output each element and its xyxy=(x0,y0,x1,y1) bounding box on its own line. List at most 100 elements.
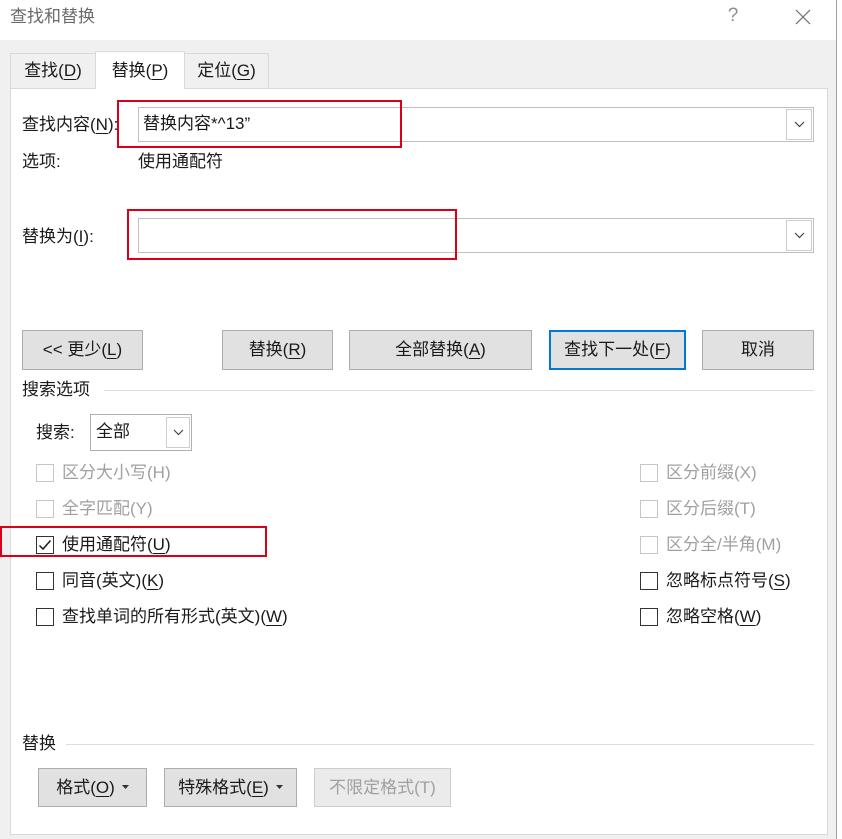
accelerator-key: H xyxy=(152,463,165,482)
checkbox-match-suffix[interactable]: 区分后缀(T) xyxy=(640,497,810,521)
checkmark-icon xyxy=(38,540,52,551)
label-text: ) xyxy=(300,340,307,359)
find-next-button[interactable]: 查找下一处(F) xyxy=(549,330,686,370)
accelerator-key: M xyxy=(761,535,776,554)
checkbox-sounds-like[interactable]: 同音(英文)(K) xyxy=(36,569,336,593)
replace-button[interactable]: 替换(R) xyxy=(222,330,333,370)
checkbox-label: 区分后缀(T) xyxy=(666,497,756,521)
chevron-down-icon xyxy=(794,232,804,239)
checkbox[interactable] xyxy=(640,608,658,626)
special-menu-button[interactable]: 特殊格式(E) xyxy=(164,768,297,807)
accelerator-key: Y xyxy=(135,499,148,518)
label-text: ) xyxy=(147,499,153,518)
accelerator-key: N xyxy=(95,115,108,134)
checkbox[interactable] xyxy=(36,572,54,590)
find-what-input[interactable]: 替换内容*^13” xyxy=(143,111,250,137)
tab-find[interactable]: 查找(D) xyxy=(10,53,96,89)
no-formatting-button[interactable]: 不限定格式(T) xyxy=(314,768,451,807)
label-text: ) xyxy=(158,571,164,590)
format-menu-button[interactable]: 格式(O) xyxy=(38,768,147,807)
accelerator-key: T xyxy=(739,499,751,518)
tab-label: 查找(D) xyxy=(24,61,82,80)
find-what-dropdown-button[interactable] xyxy=(786,109,812,140)
label-text: ) xyxy=(282,607,288,626)
tab-label: 定位(G) xyxy=(197,61,256,80)
accelerator-key: P xyxy=(151,61,163,80)
checkbox[interactable] xyxy=(36,500,54,518)
label-text: 使用通配符( xyxy=(62,535,153,554)
checkbox-label: 忽略空格(W) xyxy=(666,605,761,629)
checkbox-all-word-forms[interactable]: 查找单词的所有形式(英文)(W) xyxy=(36,605,336,629)
label-text: 定位( xyxy=(197,61,237,80)
checkbox-label: 忽略标点符号(S) xyxy=(666,569,791,593)
replace-all-button[interactable]: 全部替换(A) xyxy=(349,330,532,370)
accelerator-key: F xyxy=(654,340,666,359)
chevron-down-icon xyxy=(173,429,183,436)
accelerator-key: R xyxy=(288,340,301,359)
replace-section-divider xyxy=(66,744,814,745)
checkbox-ignore-punctuation[interactable]: 忽略标点符号(S) xyxy=(640,569,810,593)
label-text: ): xyxy=(107,115,119,134)
find-what-combobox[interactable]: 替换内容*^13” xyxy=(138,107,814,142)
tab-label: 替换(P) xyxy=(112,61,169,80)
checkbox-ignore-whitespace[interactable]: 忽略空格(W) xyxy=(640,605,810,629)
label-text: 查找( xyxy=(24,61,64,80)
label-text: ) xyxy=(162,61,169,80)
checkbox[interactable] xyxy=(640,536,658,554)
close-icon xyxy=(795,9,811,25)
search-direction-dropdown-button[interactable] xyxy=(166,417,190,448)
checkbox-match-width[interactable]: 区分全/半角(M) xyxy=(640,533,810,557)
chevron-down-icon xyxy=(794,121,804,128)
checkbox[interactable] xyxy=(36,464,54,482)
label-text: ) xyxy=(775,535,782,554)
label-text: 特殊格式( xyxy=(178,778,252,797)
label-text: 格式( xyxy=(56,778,96,797)
label-text: ) xyxy=(480,340,486,359)
label-text: 不限定格式(T) xyxy=(329,778,436,797)
help-button[interactable]: ? xyxy=(726,4,740,28)
search-direction-select[interactable]: 全部 xyxy=(90,414,192,451)
accelerator-key: X xyxy=(739,463,752,482)
label-text: ) xyxy=(665,340,671,359)
checkbox-label: 区分全/半角(M) xyxy=(666,533,781,557)
replace-with-label: 替换为(I): xyxy=(22,225,94,249)
label-text: ): xyxy=(83,227,94,246)
checkbox[interactable] xyxy=(640,464,658,482)
accelerator-key: W xyxy=(265,607,283,626)
label-text: 忽略空格( xyxy=(666,607,740,626)
less-button[interactable]: << 更少(L) xyxy=(22,330,143,370)
replace-section-heading: 替换 xyxy=(22,734,56,753)
checkbox-use-wildcards[interactable]: 使用通配符(U) xyxy=(36,533,336,557)
search-options-divider xyxy=(104,390,814,391)
find-what-label: 查找内容(N): xyxy=(22,113,118,137)
checkbox[interactable] xyxy=(36,536,54,554)
checkbox[interactable] xyxy=(640,572,658,590)
label-text: 替换( xyxy=(111,61,152,80)
label-text: ) xyxy=(755,607,762,626)
checkbox[interactable] xyxy=(640,500,658,518)
window-edge xyxy=(836,0,842,839)
label-text: 区分全/半角( xyxy=(666,535,762,554)
checkbox-label: 区分前缀(X) xyxy=(666,461,757,485)
close-button[interactable] xyxy=(789,3,817,31)
replace-with-combobox[interactable] xyxy=(138,218,814,253)
label-text: ) xyxy=(751,463,757,482)
cancel-button[interactable]: 取消 xyxy=(702,330,814,370)
checkbox-whole-word[interactable]: 全字匹配(Y) xyxy=(36,497,336,521)
accelerator-key: S xyxy=(773,571,786,590)
replace-with-dropdown-button[interactable] xyxy=(786,220,812,251)
checkbox-match-prefix[interactable]: 区分前缀(X) xyxy=(640,461,810,485)
checkbox-label: 查找单词的所有形式(英文)(W) xyxy=(62,605,288,629)
label-text: 替换( xyxy=(248,340,289,359)
label-text: ) xyxy=(76,61,82,80)
label-text: 同音(英文)( xyxy=(62,571,147,590)
accelerator-key: L xyxy=(107,340,117,359)
window-title: 查找和替换 xyxy=(10,7,95,26)
caret-down-icon xyxy=(121,784,129,789)
checkbox-match-case[interactable]: 区分大小写(H) xyxy=(36,461,336,485)
tab-goto[interactable]: 定位(G) xyxy=(184,53,269,89)
accelerator-key: U xyxy=(152,535,165,554)
checkbox[interactable] xyxy=(36,608,54,626)
checkbox-label: 区分大小写(H) xyxy=(62,461,171,485)
tab-replace[interactable]: 替换(P) xyxy=(95,51,185,89)
